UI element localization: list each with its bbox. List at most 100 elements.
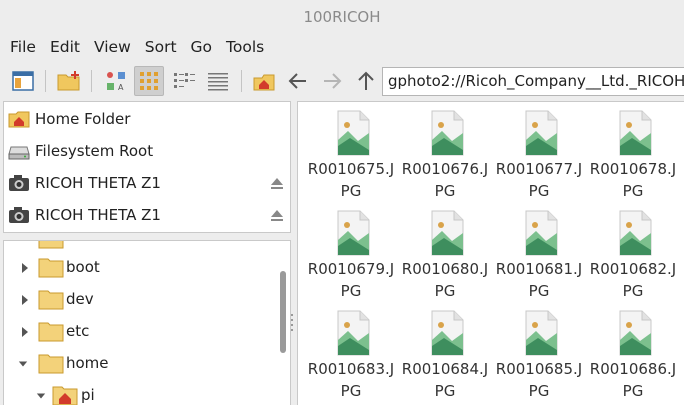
collapse-arrow-icon[interactable] bbox=[18, 358, 28, 370]
file-name: R0010685.J PG bbox=[492, 358, 586, 402]
image-file-icon bbox=[337, 310, 370, 356]
pane-splitter[interactable] bbox=[291, 314, 294, 334]
file-name: R0010681.J PG bbox=[492, 258, 586, 302]
file-name-line-2: PG bbox=[528, 382, 550, 400]
folder-icon bbox=[38, 290, 64, 310]
file-name-line-1: R0010685.J bbox=[495, 360, 583, 378]
tree-node-label: pi bbox=[81, 386, 95, 404]
file-item[interactable]: R0010686.J PG bbox=[586, 304, 680, 404]
file-name-line-2: PG bbox=[340, 282, 362, 300]
file-item[interactable]: R0010685.J PG bbox=[492, 304, 586, 404]
file-item[interactable]: R0010683.J PG bbox=[304, 304, 398, 404]
file-item[interactable]: R0010675.J PG bbox=[304, 104, 398, 204]
image-file-icon bbox=[337, 210, 370, 256]
file-name-line-1: R0010676.J bbox=[401, 160, 489, 178]
home-folder-icon bbox=[8, 111, 30, 128]
tree-node-home[interactable]: home bbox=[4, 348, 284, 380]
image-file-icon bbox=[525, 210, 558, 256]
drive-icon bbox=[8, 146, 30, 160]
file-item[interactable]: R0010681.J PG bbox=[492, 204, 586, 304]
location-bar[interactable]: gphoto2://Ricoh_Company__Ltd._RICOH_THET… bbox=[382, 67, 684, 96]
menu-file[interactable]: File bbox=[10, 38, 36, 56]
file-name: R0010684.J PG bbox=[398, 358, 492, 402]
file-name-line-2: PG bbox=[434, 282, 456, 300]
places-pane: Home Folder Filesystem Root RICOH THETA … bbox=[3, 101, 291, 233]
menu-view[interactable]: View bbox=[94, 38, 131, 56]
file-name-line-2: PG bbox=[622, 282, 644, 300]
toolbar-separator bbox=[241, 70, 242, 92]
place-filesystem-root[interactable]: Filesystem Root bbox=[4, 135, 292, 167]
tree-node-etc[interactable]: etc bbox=[4, 316, 284, 348]
file-name-line-2: PG bbox=[340, 382, 362, 400]
image-file-icon bbox=[525, 310, 558, 356]
icon-view-icon[interactable]: A bbox=[101, 66, 131, 96]
tree-scrollbar[interactable] bbox=[280, 271, 286, 353]
expand-arrow-icon[interactable] bbox=[20, 262, 30, 274]
tree-node-pi[interactable]: pi bbox=[4, 380, 284, 405]
thumbnail-view-icon[interactable] bbox=[134, 66, 164, 96]
tree-node-boot[interactable]: boot bbox=[4, 252, 284, 284]
file-name: R0010686.J PG bbox=[586, 358, 680, 402]
home-icon[interactable] bbox=[249, 66, 279, 96]
camera-icon bbox=[9, 207, 29, 223]
place-label: Filesystem Root bbox=[35, 142, 154, 160]
file-name: R0010676.J PG bbox=[398, 158, 492, 202]
toolbar-separator bbox=[91, 70, 92, 92]
eject-icon[interactable] bbox=[270, 176, 284, 190]
file-name-line-1: R0010680.J bbox=[401, 260, 489, 278]
menu-bar: File Edit View Sort Go Tools bbox=[0, 34, 684, 60]
place-label: RICOH THETA Z1 bbox=[35, 206, 161, 224]
menu-edit[interactable]: Edit bbox=[50, 38, 80, 56]
camera-icon bbox=[9, 175, 29, 191]
place-camera-1[interactable]: RICOH THETA Z1 bbox=[4, 167, 292, 199]
compact-view-icon[interactable] bbox=[169, 66, 199, 96]
image-file-icon bbox=[431, 310, 464, 356]
new-folder-icon[interactable] bbox=[54, 66, 84, 96]
file-name: R0010675.J PG bbox=[304, 158, 398, 202]
new-window-icon[interactable] bbox=[8, 66, 38, 96]
image-file-icon bbox=[431, 110, 464, 156]
file-name: R0010683.J PG bbox=[304, 358, 398, 402]
image-file-icon bbox=[525, 110, 558, 156]
eject-icon[interactable] bbox=[270, 208, 284, 222]
image-file-icon bbox=[431, 210, 464, 256]
tree-node-dev[interactable]: dev bbox=[4, 284, 284, 316]
image-file-icon bbox=[619, 110, 652, 156]
file-item[interactable]: R0010680.J PG bbox=[398, 204, 492, 304]
tree-node-label: etc bbox=[66, 322, 90, 340]
place-home-folder[interactable]: Home Folder bbox=[4, 103, 292, 135]
title-bar[interactable]: 100RICOH bbox=[0, 0, 684, 34]
file-name-line-1: R0010686.J bbox=[589, 360, 677, 378]
file-name-line-2: PG bbox=[622, 382, 644, 400]
place-label: Home Folder bbox=[35, 110, 131, 128]
file-item[interactable]: R0010679.J PG bbox=[304, 204, 398, 304]
file-item[interactable]: R0010676.J PG bbox=[398, 104, 492, 204]
tree-node-label: home bbox=[66, 354, 109, 372]
forward-arrow-icon[interactable] bbox=[317, 66, 347, 96]
menu-go[interactable]: Go bbox=[191, 38, 213, 56]
file-name-line-2: PG bbox=[622, 182, 644, 200]
file-name-line-1: R0010683.J bbox=[307, 360, 395, 378]
file-name: R0010678.J PG bbox=[586, 158, 680, 202]
place-camera-2[interactable]: RICOH THETA Z1 bbox=[4, 199, 292, 231]
file-item[interactable]: R0010684.J PG bbox=[398, 304, 492, 404]
menu-tools[interactable]: Tools bbox=[226, 38, 264, 56]
folder-icon bbox=[38, 354, 64, 374]
folder-icon bbox=[38, 241, 64, 249]
expand-arrow-icon[interactable] bbox=[20, 326, 30, 338]
detail-view-icon[interactable] bbox=[203, 66, 233, 96]
toolbar-separator bbox=[45, 70, 46, 92]
file-item[interactable]: R0010682.J PG bbox=[586, 204, 680, 304]
expand-arrow-icon[interactable] bbox=[20, 294, 30, 306]
file-item[interactable]: R0010678.J PG bbox=[586, 104, 680, 204]
directory-tree: boot dev etc home pi bbox=[3, 240, 291, 405]
window-title: 100RICOH bbox=[303, 8, 381, 26]
tree-node-label: dev bbox=[66, 290, 94, 308]
folder-icon bbox=[38, 258, 64, 278]
back-arrow-icon[interactable] bbox=[283, 66, 313, 96]
menu-sort[interactable]: Sort bbox=[145, 38, 177, 56]
up-arrow-icon[interactable] bbox=[351, 66, 381, 96]
collapse-arrow-icon[interactable] bbox=[36, 390, 46, 402]
file-name-line-2: PG bbox=[528, 182, 550, 200]
file-item[interactable]: R0010677.J PG bbox=[492, 104, 586, 204]
